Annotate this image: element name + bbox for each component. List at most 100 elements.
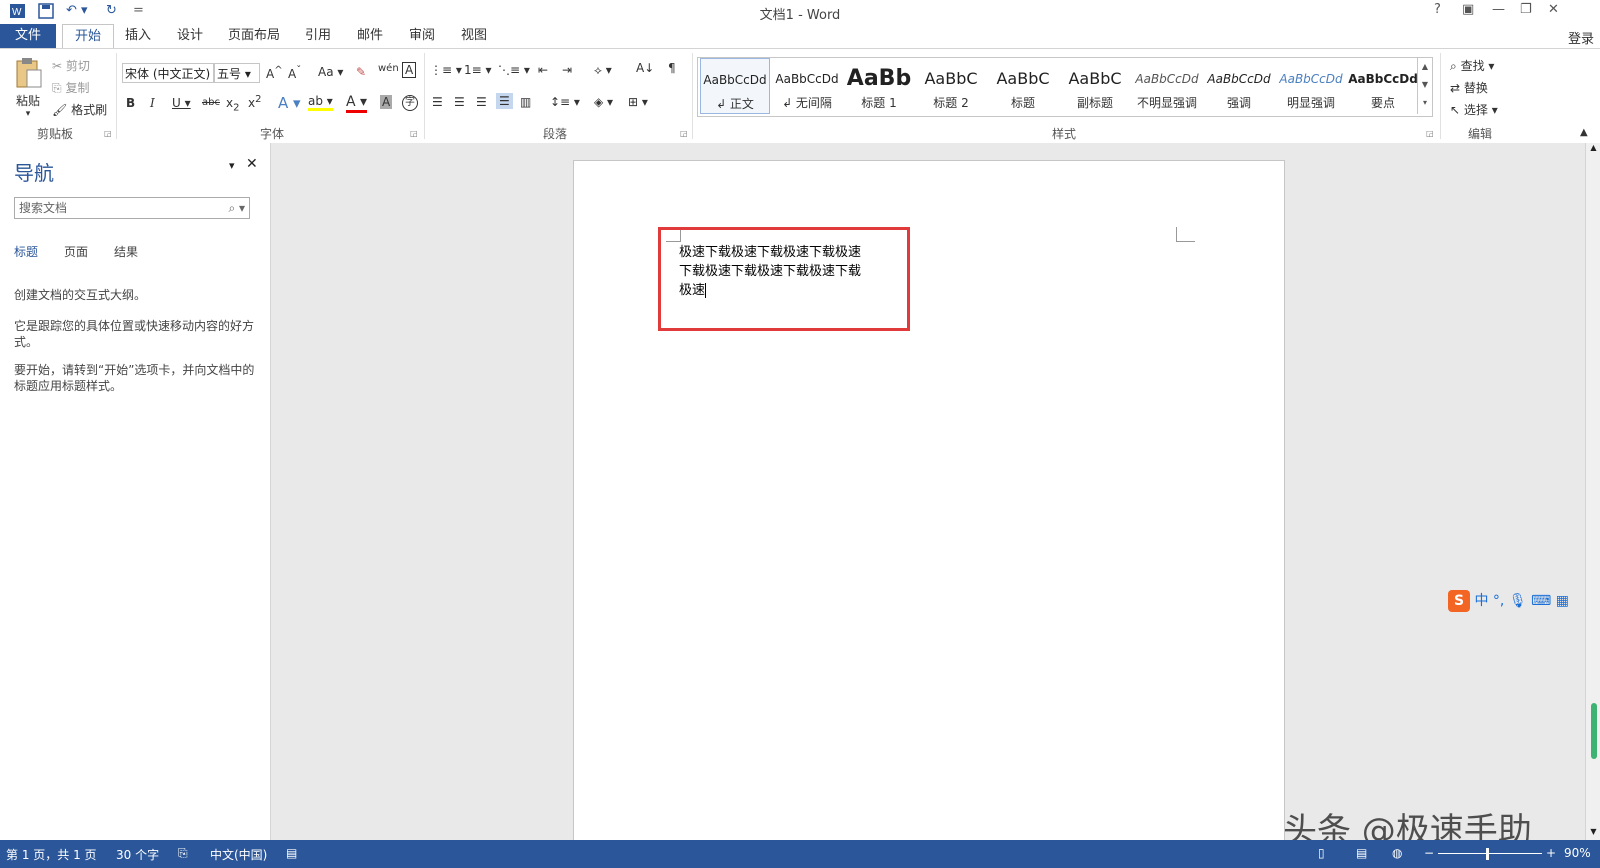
character-border-icon[interactable]: A	[402, 62, 417, 78]
grow-font-icon[interactable]: A^	[266, 65, 283, 81]
nav-options-icon[interactable]: ▾	[229, 159, 235, 172]
subscript-icon[interactable]: x2	[226, 96, 239, 113]
tab-page-layout[interactable]: 页面布局	[222, 24, 286, 48]
italic-icon[interactable]: I	[150, 96, 155, 110]
align-center-icon[interactable]: ☰	[454, 95, 465, 109]
word-count[interactable]: 30 个字	[116, 846, 159, 863]
bold-icon[interactable]: B	[126, 96, 135, 110]
web-layout-icon[interactable]: ◍	[1392, 846, 1402, 860]
font-name-select[interactable]: 宋体 (中文正文)	[122, 63, 214, 83]
search-icon[interactable]: ⌕ ▾	[228, 198, 245, 218]
punctuation-icon[interactable]: °,	[1493, 593, 1504, 609]
close-button[interactable]: ✕	[1548, 2, 1559, 17]
style-subtle-emphasis[interactable]: AaBbCcDd 不明显强调	[1132, 58, 1202, 114]
sogou-logo-icon[interactable]: S	[1448, 590, 1470, 612]
enclose-characters-icon[interactable]: 字	[402, 95, 418, 111]
align-left-icon[interactable]: ☰	[432, 95, 443, 109]
style-heading-1[interactable]: AaBb 标题 1	[844, 58, 914, 114]
nav-tab-results[interactable]: 结果	[114, 243, 138, 260]
paste-button[interactable]: 粘贴 ▾	[10, 57, 46, 119]
dialog-launcher-icon[interactable]: ◲	[410, 129, 418, 138]
search-input[interactable]: 搜索文档 ⌕ ▾	[14, 197, 250, 219]
change-case-icon[interactable]: Aa ▾	[318, 65, 343, 79]
cut-button[interactable]: ✂ 剪切	[52, 57, 90, 74]
side-widget-icon[interactable]	[1591, 703, 1597, 759]
tab-mailings[interactable]: 邮件	[348, 24, 392, 48]
tab-review[interactable]: 审阅	[400, 24, 444, 48]
show-marks-icon[interactable]: ¶	[668, 61, 676, 75]
styles-scroll[interactable]: ▲ ▼ ▾	[1417, 58, 1432, 114]
ime-mode[interactable]: 中	[1474, 593, 1488, 609]
character-shading-icon[interactable]: A	[380, 95, 393, 109]
tab-design[interactable]: 设计	[168, 24, 212, 48]
style-subtitle[interactable]: AaBbC 副标题	[1060, 58, 1130, 114]
shading-icon[interactable]: ◈ ▾	[594, 95, 613, 109]
style-heading-2[interactable]: AaBbC 标题 2	[916, 58, 986, 114]
nav-tab-headings[interactable]: 标题	[14, 243, 38, 260]
font-color-icon[interactable]: A ▾	[346, 94, 368, 113]
tab-references[interactable]: 引用	[296, 24, 340, 48]
strikethrough-icon[interactable]: abc	[202, 97, 220, 108]
highlight-icon[interactable]: ab ▾	[308, 94, 333, 111]
bullets-icon[interactable]: ⋮≡ ▾	[430, 63, 462, 77]
proofing-icon[interactable]: ⎘	[178, 846, 188, 861]
phonetic-guide-icon[interactable]: wén	[378, 63, 399, 74]
dialog-launcher-icon[interactable]: ◲	[1426, 129, 1434, 138]
distributed-icon[interactable]: ▥	[520, 95, 531, 109]
tab-insert[interactable]: 插入	[116, 24, 160, 48]
macro-icon[interactable]: ▤	[286, 846, 297, 860]
zoom-level[interactable]: 90%	[1564, 846, 1591, 860]
superscript-icon[interactable]: x2	[248, 94, 261, 110]
scroll-thumb[interactable]	[1588, 147, 1599, 787]
vertical-scrollbar[interactable]: ▲ ▼	[1585, 143, 1600, 840]
tab-file[interactable]: 文件	[0, 24, 56, 48]
zoom-out-icon[interactable]: −	[1424, 846, 1434, 860]
dialog-launcher-icon[interactable]: ◲	[680, 129, 688, 138]
collapse-ribbon-icon[interactable]: ▲	[1580, 127, 1588, 138]
copy-button[interactable]: ⎘ 复制	[52, 79, 89, 96]
maximize-button[interactable]: ❐	[1520, 2, 1532, 17]
tab-home[interactable]: 开始	[62, 24, 114, 50]
decrease-indent-icon[interactable]: ⇤	[538, 63, 548, 77]
nav-tab-pages[interactable]: 页面	[64, 243, 88, 260]
format-painter-button[interactable]: 🖌 格式刷	[52, 101, 107, 118]
style-title[interactable]: AaBbC 标题	[988, 58, 1058, 114]
justify-icon[interactable]: ☰	[496, 93, 513, 109]
style-intense-emphasis[interactable]: AaBbCcDd 明显强调	[1276, 58, 1346, 114]
help-button[interactable]: ?	[1434, 2, 1441, 17]
style-normal[interactable]: AaBbCcDd ↲ 正文	[700, 58, 770, 114]
read-mode-icon[interactable]: ▯	[1318, 846, 1325, 860]
line-spacing-icon[interactable]: ↕≡ ▾	[550, 95, 580, 109]
text-effects-icon[interactable]: A ▾	[278, 94, 301, 112]
login-link[interactable]: 登录	[1568, 28, 1594, 47]
multilevel-list-icon[interactable]: ⋱≡ ▾	[498, 63, 530, 77]
borders-icon[interactable]: ⊞ ▾	[628, 95, 648, 109]
microphone-icon[interactable]: 🎙	[1509, 593, 1527, 609]
minimize-button[interactable]: —	[1492, 2, 1505, 17]
style-emphasis[interactable]: AaBbCcDd 强调	[1204, 58, 1274, 114]
style-no-spacing[interactable]: AaBbCcDd ↲ 无间隔	[772, 58, 842, 114]
chinese-layout-icon[interactable]: ⟡ ▾	[594, 63, 612, 78]
shrink-font-icon[interactable]: Aˇ	[288, 65, 301, 81]
ribbon-display-options-button[interactable]: ▣	[1462, 2, 1474, 17]
zoom-slider[interactable]	[1438, 853, 1542, 854]
apps-icon[interactable]: ▦	[1556, 593, 1569, 609]
underline-icon[interactable]: U ▾	[172, 96, 191, 110]
align-right-icon[interactable]: ☰	[476, 95, 487, 109]
sort-icon[interactable]: A↓	[636, 61, 654, 75]
page-count[interactable]: 第 1 页，共 1 页	[6, 846, 97, 863]
close-icon[interactable]: ✕	[246, 156, 258, 172]
zoom-in-icon[interactable]: +	[1546, 846, 1556, 860]
zoom-slider-thumb[interactable]	[1486, 848, 1489, 860]
clear-formatting-icon[interactable]: ✎	[356, 65, 366, 79]
select-button[interactable]: ↖ 选择 ▾	[1450, 101, 1498, 118]
scroll-down-icon[interactable]: ▼	[1586, 827, 1600, 836]
dialog-launcher-icon[interactable]: ◲	[104, 129, 112, 138]
print-layout-icon[interactable]: ▤	[1356, 846, 1367, 860]
find-button[interactable]: ⌕ 查找 ▾	[1450, 57, 1494, 74]
numbering-icon[interactable]: 1≡ ▾	[464, 63, 492, 77]
keyboard-icon[interactable]: ⌨	[1531, 593, 1551, 609]
style-strong[interactable]: AaBbCcDd 要点	[1348, 58, 1418, 114]
language[interactable]: 中文(中国)	[210, 846, 267, 863]
document-page[interactable]: 极速下载极速下载极速下载极速 下载极速下载极速下载极速下载 极速​	[573, 160, 1285, 840]
